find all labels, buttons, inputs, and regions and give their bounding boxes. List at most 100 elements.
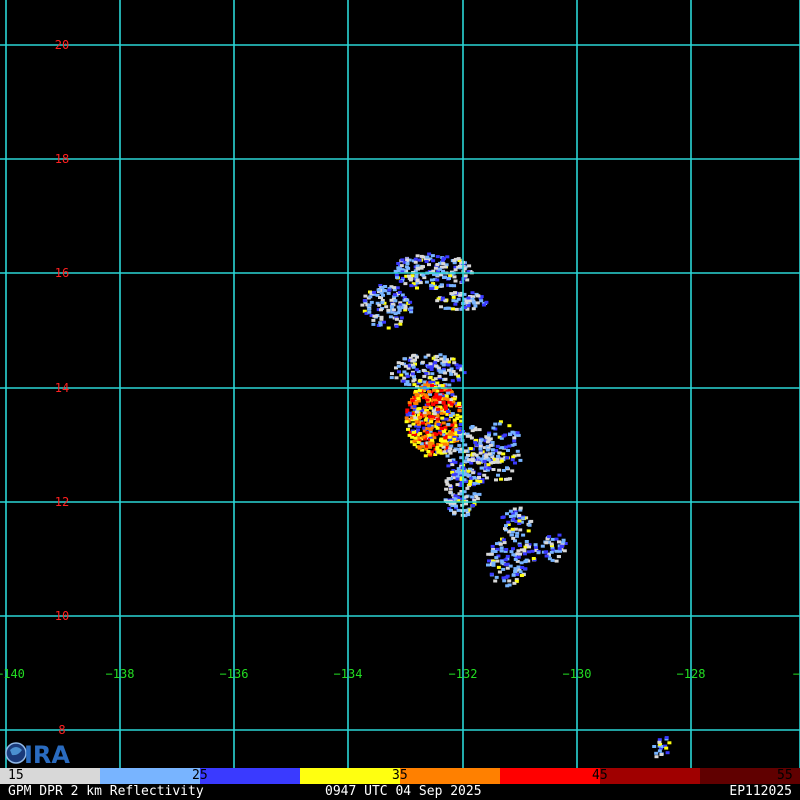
echo-pixel [512, 436, 517, 440]
echo-pixel [418, 415, 422, 419]
echo-pixel [456, 297, 461, 301]
echo-pixel [453, 279, 458, 283]
echo-pixel [422, 406, 427, 410]
echo-pixel [440, 416, 445, 420]
echo-pixel [435, 278, 440, 282]
echo-pixel [554, 537, 559, 541]
echo-pixel [515, 573, 520, 576]
echo-pixel [442, 256, 446, 260]
echo-pixel [437, 400, 442, 404]
echo-pixel [428, 406, 433, 410]
echo-pixel [513, 570, 518, 573]
echo-pixel [445, 410, 450, 413]
echo-pixel [391, 308, 396, 312]
echo-pixel [482, 460, 487, 463]
echo-pixel [443, 306, 448, 310]
echo-pixel [533, 545, 538, 549]
echo-pixel [428, 375, 433, 379]
echo-pixel [501, 538, 506, 542]
echo-pixel [405, 262, 410, 265]
echo-pixel [415, 266, 420, 270]
echo-pixel [386, 291, 391, 295]
echo-pixel [478, 447, 483, 451]
echo-pixel [467, 473, 472, 477]
echo-pixel [367, 303, 372, 307]
echo-pixel [505, 456, 510, 460]
echo-pixel [493, 432, 498, 436]
echo-pixel [465, 486, 470, 490]
echo-pixel [403, 282, 408, 286]
echo-pixel [468, 434, 473, 438]
echo-pixel [411, 422, 416, 426]
echo-pixel [468, 447, 473, 451]
echo-pixel [413, 416, 418, 420]
echo-pixel [417, 389, 422, 393]
echo-pixel [544, 541, 549, 545]
echo-pixel [458, 415, 463, 419]
echo-pixel [417, 445, 422, 449]
echo-pixel [441, 363, 446, 367]
echo-pixel [425, 426, 430, 430]
echo-pixel [424, 395, 429, 399]
echo-pixel [559, 544, 564, 548]
echo-pixel [431, 259, 436, 263]
echo-pixel [505, 512, 509, 516]
echo-pixel [441, 400, 446, 404]
echo-pixel [446, 368, 451, 372]
echo-pixel [384, 305, 389, 309]
reflectivity-map: 20 18 16 14 12 10 8 −140 −138 −136 −134 −132 −130 −12… [0, 0, 800, 768]
echo-pixel [413, 436, 418, 440]
svg-text:IRA: IRA [24, 741, 70, 768]
echo-pixel [452, 259, 457, 262]
colorbar-segment [400, 768, 500, 784]
echo-pixel [501, 567, 506, 571]
echo-pixel [441, 262, 446, 266]
echo-pixel [500, 561, 505, 565]
echo-pixel [439, 357, 444, 361]
echo-pixel [382, 320, 386, 324]
echo-pixel [435, 417, 440, 421]
echo-pixel [421, 273, 426, 277]
latitude-label: 20 [55, 38, 69, 52]
echo-pixel [486, 552, 491, 556]
colorbar-segment [200, 768, 300, 784]
echo-pixel [433, 266, 438, 270]
product-title: GPM DPR 2 km Reflectivity [8, 784, 204, 799]
echo-pixel [435, 255, 440, 259]
latitude-label: 12 [55, 495, 69, 509]
echo-pixel [420, 360, 425, 364]
echo-pixel [486, 563, 490, 567]
echo-pixel [470, 429, 475, 433]
echo-pixel [456, 508, 461, 512]
echo-pixel [414, 275, 419, 279]
echo-pixel [455, 483, 460, 487]
echo-pixel [367, 310, 372, 314]
echo-pixel [657, 738, 662, 742]
echo-pixel [527, 550, 531, 554]
timestamp: 0947 UTC 04 Sep 2025 [325, 784, 482, 799]
echo-pixel [659, 753, 664, 756]
echo-pixel [399, 362, 404, 365]
echo-pixel [433, 377, 438, 381]
echo-pixel [447, 449, 452, 453]
echo-pixel [446, 422, 451, 426]
echo-pixel [410, 372, 415, 376]
echo-pixel [482, 303, 486, 307]
echo-pixel [654, 755, 659, 759]
echo-pixel [407, 276, 412, 280]
echo-pixel [529, 519, 534, 523]
echo-pixel [452, 511, 457, 515]
echo-pixel [457, 409, 462, 413]
echo-pixel [489, 552, 494, 556]
echo-pixel [516, 549, 521, 553]
echo-pixel [452, 361, 457, 365]
echo-pixel [496, 565, 501, 569]
echo-pixel [445, 454, 450, 458]
echo-pixel [427, 252, 432, 256]
echo-pixel [409, 310, 414, 314]
echo-pixel [404, 416, 409, 420]
echo-pixel [487, 433, 491, 437]
echo-pixel [443, 265, 448, 269]
echo-pixel [396, 305, 401, 309]
echo-pixel [489, 572, 494, 576]
